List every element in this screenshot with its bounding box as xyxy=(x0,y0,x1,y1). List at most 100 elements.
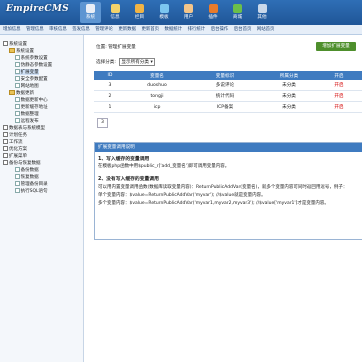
folder-icon xyxy=(9,90,15,95)
nav-plugin[interactable]: 插件 xyxy=(203,2,224,23)
nav-other[interactable]: 其他 xyxy=(252,2,273,23)
page-icon xyxy=(15,62,20,68)
sidebar-item[interactable]: 安全参数配置 xyxy=(15,76,48,82)
quick-menu-item[interactable]: 管理评论 xyxy=(95,25,113,34)
quick-menu-item[interactable]: 网站首页 xyxy=(257,25,275,34)
help-text: 多个变量内容：$value=ReturnPublicAddVar('myvar1… xyxy=(98,201,329,206)
sidebar-item[interactable]: 系统设置 xyxy=(3,41,27,47)
sidebar-item-label: 系统设置 xyxy=(16,49,34,54)
filter-label: 选择分类: xyxy=(96,60,116,65)
nav-user[interactable]: 用户 xyxy=(178,2,199,23)
nav-label: 系统 xyxy=(85,15,96,20)
quick-menu-item[interactable]: 后台首页 xyxy=(234,25,252,34)
page-icon xyxy=(15,174,20,180)
cell-cat: 未分类 xyxy=(262,90,316,102)
sidebar-item[interactable]: 伪静态参数设置 xyxy=(15,62,52,68)
sidebar-item-label: 恢复数据 xyxy=(20,175,39,181)
sidebar-item[interactable]: 扩展变量 xyxy=(15,69,39,76)
quick-menu-item[interactable]: 更新首页 xyxy=(141,25,159,34)
quick-menu-item[interactable]: 更新数据 xyxy=(118,25,136,34)
help-text: 单个变量内容：$value=ReturnPublicAddVar('myvar'… xyxy=(98,193,266,198)
sidebar-item-label: 伪静态参数设置 xyxy=(20,63,53,69)
page-icon xyxy=(15,69,20,75)
sidebar-item[interactable]: 备份与恢复数据 xyxy=(3,160,41,166)
nav-label: 其他 xyxy=(257,15,267,20)
page-icon xyxy=(15,188,20,194)
empirecms-logo: EmpireCMS xyxy=(6,4,69,14)
sidebar-item[interactable]: 数据更新 xyxy=(9,90,34,96)
sidebar-item[interactable]: 远程发布 xyxy=(15,118,39,124)
cell-label: 多说评论 xyxy=(188,80,262,91)
sidebar-tree: 系统设置 系统设置 系统参数设置 伪静态参数设置 扩展变量 安全参数配置 网站地图 数据更新数… xyxy=(0,35,84,362)
cell-open[interactable]: 开启 xyxy=(316,90,362,102)
sidebar-item[interactable]: 数据表与系统模型 xyxy=(3,125,45,131)
sidebar-item[interactable]: 扩展菜单 xyxy=(3,153,27,159)
help-text: 在模板php函数中用$public_r['add_变量名']即可调用变量内容。 xyxy=(98,164,230,169)
page-icon xyxy=(15,97,20,103)
nav-label: 栏目 xyxy=(134,15,145,20)
expand-icon xyxy=(3,153,8,158)
quick-menu-item[interactable]: 后台操作 xyxy=(211,25,229,34)
cell-id: 3 xyxy=(94,80,126,91)
nav-folder[interactable]: 栏目 xyxy=(129,2,150,23)
help-panel-title: 扩展变量调用说明 xyxy=(95,143,362,152)
sidebar-item[interactable]: 管理备份目录 xyxy=(15,181,48,187)
column-header: 变量名 xyxy=(126,71,188,80)
column-header: 变量标识 xyxy=(188,71,262,80)
cell-open[interactable]: 开启 xyxy=(316,80,362,91)
category-select[interactable]: 显示所有分类 ▾ xyxy=(119,58,155,66)
sidebar-item[interactable]: 工作流 xyxy=(3,139,23,145)
quick-menu-item[interactable]: 签发信息 xyxy=(72,25,90,34)
table-row[interactable]: 3 duoshuo 多说评论 未分类 开启 xyxy=(94,80,362,91)
sidebar-item-label: 管理备份目录 xyxy=(20,182,48,188)
sidebar-item[interactable]: 网站地图 xyxy=(15,83,39,89)
folder-icon xyxy=(9,48,15,53)
cell-open[interactable]: 开启 xyxy=(316,101,362,113)
nav-gear[interactable]: 系统 xyxy=(80,2,101,23)
nav-label: 模板 xyxy=(159,15,169,20)
expand-icon xyxy=(3,146,8,151)
page-icon xyxy=(15,111,20,117)
nav-label: 用户 xyxy=(183,15,194,20)
sidebar-item[interactable]: 数据更新中心 xyxy=(15,97,48,103)
cell-id: 2 xyxy=(94,90,126,102)
sidebar-item[interactable]: 备份数据 xyxy=(15,167,39,173)
quick-menu-item[interactable]: 排行统计 xyxy=(188,25,206,34)
sidebar-item[interactable]: 系统设置 xyxy=(9,48,34,54)
sidebar-item[interactable]: 恢复数据 xyxy=(15,174,39,180)
nav-template[interactable]: 模板 xyxy=(154,2,175,23)
sidebar-item[interactable]: 更新缓存地址 xyxy=(15,104,48,110)
nav-label: 插件 xyxy=(208,15,218,20)
help-panel: 扩展变量调用说明 1、写入缓存的变量调用 在模板php函数中用$public_r[… xyxy=(94,142,362,240)
cell-label: 统计代码 xyxy=(188,90,262,102)
add-variable-button[interactable]: 增加扩展变量 xyxy=(316,42,356,51)
quick-menu-item[interactable]: 审核信息 xyxy=(49,25,67,34)
sidebar-item-label: 系统参数设置 xyxy=(20,56,48,62)
sidebar-item[interactable]: 执行SQL语句 xyxy=(15,188,48,194)
sidebar-item-label: 更新缓存地址 xyxy=(20,105,48,111)
sidebar-item-label: 扩展变量 xyxy=(20,70,39,76)
sidebar-item[interactable]: 优化方案 xyxy=(3,146,27,152)
table-row[interactable]: 1 icp ICP备案 未分类 开启 xyxy=(94,101,362,113)
template-icon xyxy=(159,4,169,13)
page-icon xyxy=(15,167,20,173)
help-text: 可以用内置变量调用函数(数据库读取变量内容)：ReturnPublicAddVa… xyxy=(98,185,348,190)
quick-menu-item[interactable]: 管理信息 xyxy=(26,25,44,34)
quick-menu-item[interactable]: 数据统计 xyxy=(165,25,183,34)
cell-cat: 未分类 xyxy=(262,80,316,91)
page-number[interactable]: 3 xyxy=(97,118,108,128)
folder-icon xyxy=(135,4,144,13)
sidebar-item[interactable]: 系统参数设置 xyxy=(15,55,48,61)
sidebar-item[interactable]: 计划任务 xyxy=(3,132,27,138)
table-row[interactable]: 2 tongji 统计代码 未分类 开启 xyxy=(94,90,362,102)
sidebar-item-label: 数据更新中心 xyxy=(20,98,48,104)
expand-icon xyxy=(3,125,8,130)
page-icon xyxy=(15,181,20,187)
cell-cat: 未分类 xyxy=(262,101,316,113)
cell-id: 1 xyxy=(94,101,126,113)
sidebar-item[interactable]: 数据整理 xyxy=(15,111,39,117)
variables-table: ID 变量名 变量标识 所属分类 开启 3 duoshuo 多说评论 未分类 开启 2 tongji… xyxy=(94,71,362,113)
nav-document[interactable]: 信息 xyxy=(105,2,126,23)
nav-shop[interactable]: 商城 xyxy=(227,2,248,23)
quick-menu-item[interactable]: 增加信息 xyxy=(3,25,21,34)
